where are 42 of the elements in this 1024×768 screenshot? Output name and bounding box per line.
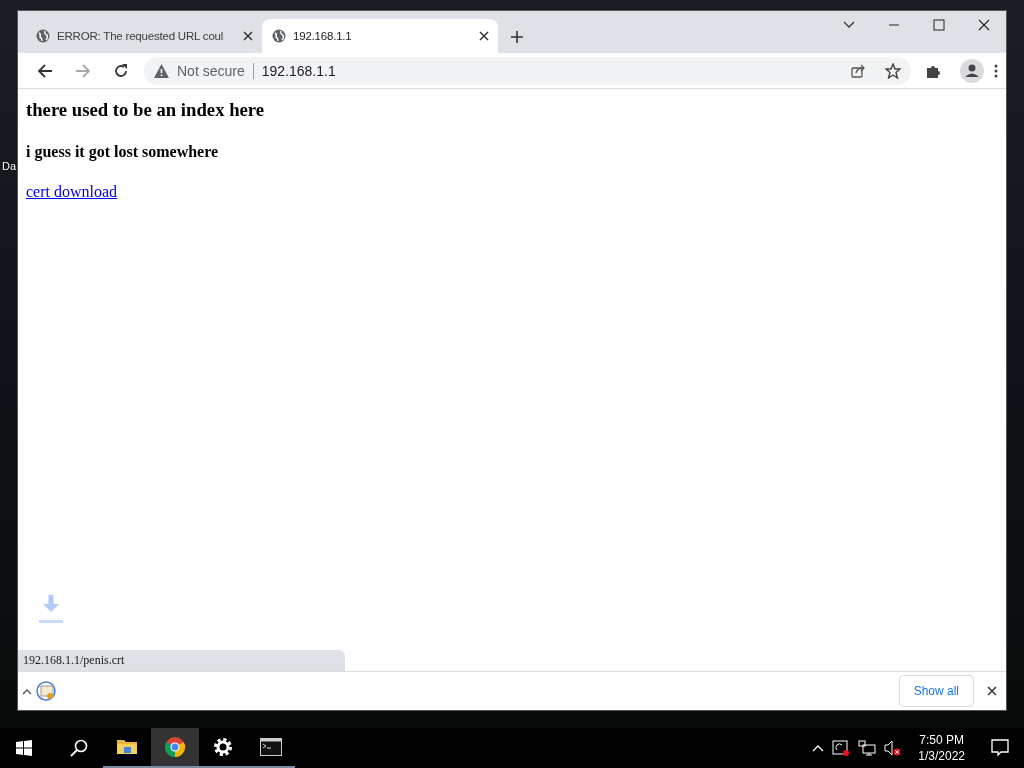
search-icon[interactable] [70, 739, 88, 757]
close-icon[interactable] [478, 30, 490, 42]
security-label[interactable]: Not secure [177, 62, 254, 79]
certificate-icon [36, 680, 56, 702]
download-icon [39, 594, 63, 624]
show-all-button[interactable]: Show all [898, 675, 974, 707]
status-url: 192.168.1.1/penis.crt [18, 650, 345, 671]
url-text: 192.168.1.1 [261, 62, 337, 79]
muted-speaker-icon[interactable] [884, 740, 903, 756]
star-icon[interactable] [885, 62, 901, 79]
maximize-icon[interactable] [933, 19, 945, 31]
menu-icon[interactable] [994, 63, 998, 78]
back-arrow-icon[interactable] [37, 62, 53, 79]
chevron-up-icon[interactable] [22, 687, 32, 695]
browser-tab[interactable]: 192.168.1.1 [262, 19, 498, 53]
chevron-down-icon[interactable] [843, 21, 855, 29]
desktop-icon-label[interactable]: Da [2, 160, 17, 172]
clock-date[interactable]: 1/3/2022 [918, 748, 965, 764]
browser-tab[interactable]: ERROR: The requested URL coul [26, 19, 262, 53]
address-bar[interactable]: Not secure 192.168.1.1 [144, 56, 911, 85]
taskbar-app[interactable] [151, 728, 199, 768]
close-icon[interactable] [978, 19, 990, 31]
warning-icon [154, 63, 169, 78]
close-icon[interactable] [986, 685, 998, 697]
globe-icon [272, 29, 286, 43]
network-icon[interactable] [858, 740, 877, 756]
page-subheading: i guess it got lost somewhere [26, 143, 220, 161]
windows-start-icon[interactable] [16, 740, 32, 756]
share-icon[interactable] [851, 63, 865, 78]
terminal-icon [260, 736, 282, 758]
gear-icon [212, 736, 234, 758]
notification-icon[interactable] [991, 739, 1009, 757]
globe-icon [36, 29, 50, 43]
reload-icon[interactable] [113, 62, 129, 79]
close-icon[interactable] [242, 30, 254, 42]
download-link[interactable]: cert download [26, 183, 118, 200]
clock-time[interactable]: 7:50 PM [919, 732, 964, 748]
page-heading: there used to be an index here [26, 99, 266, 121]
chrome-logo-icon [164, 736, 186, 758]
sync-icon[interactable] [832, 740, 851, 756]
plus-icon[interactable] [510, 30, 524, 44]
profile-icon[interactable] [960, 58, 984, 83]
